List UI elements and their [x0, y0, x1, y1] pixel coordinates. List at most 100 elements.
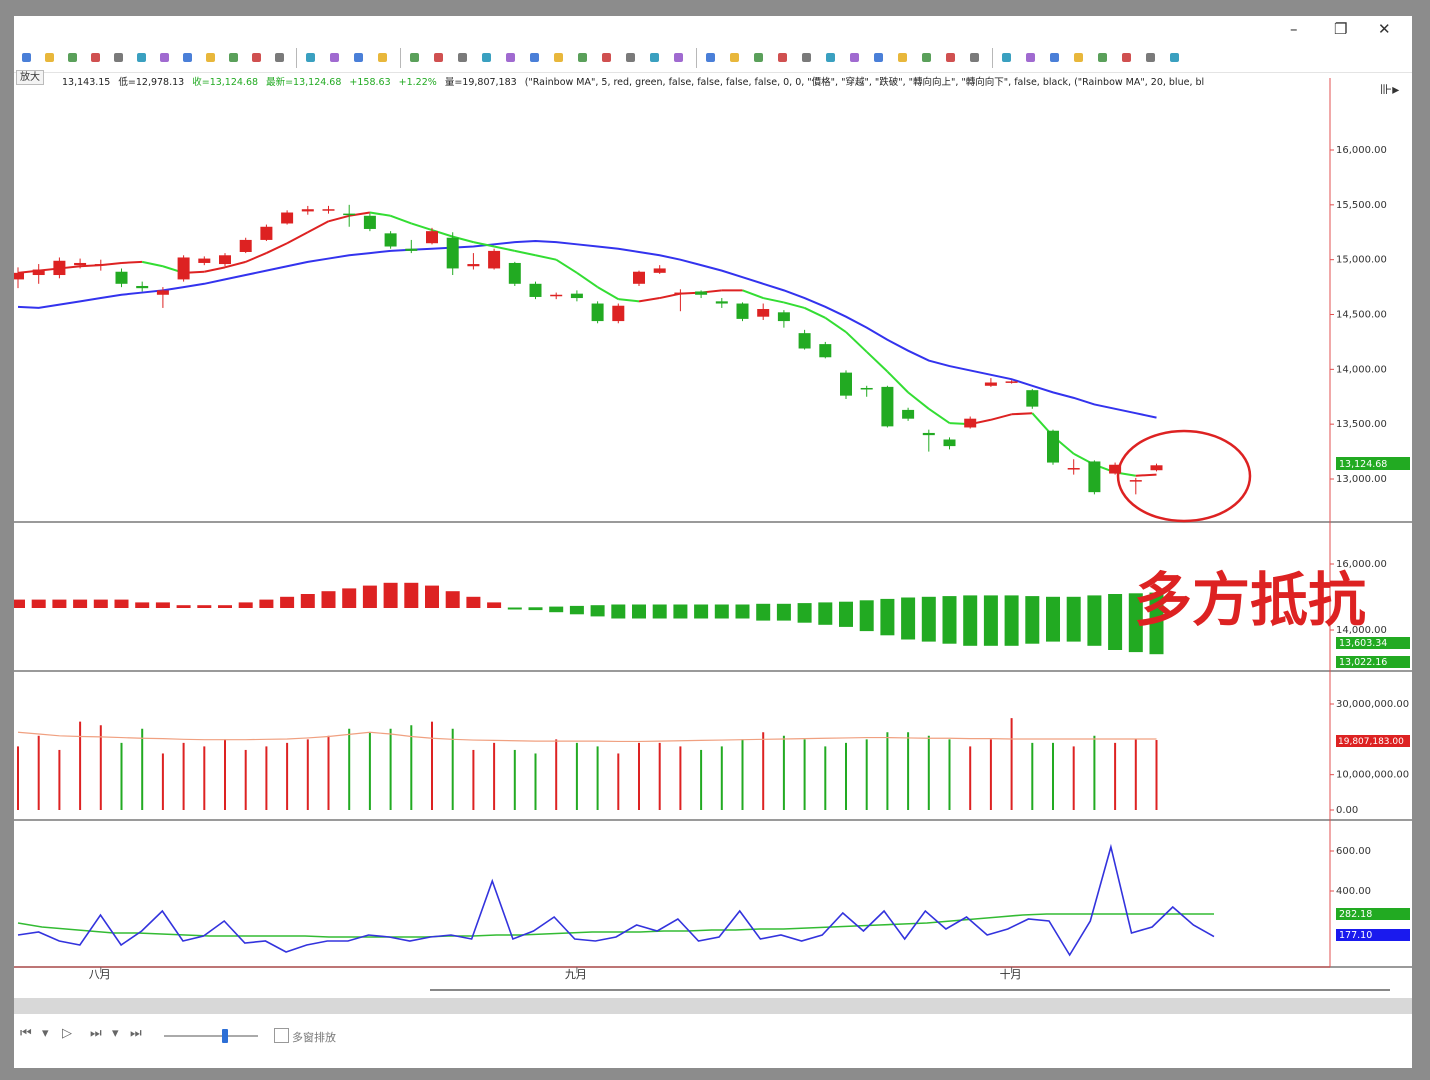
candle-body [612, 305, 625, 322]
multi-window-icon[interactable] [274, 1028, 289, 1043]
trend-bar [466, 596, 481, 608]
trend-bar [756, 603, 771, 621]
last-price-label: 13,124.68 [1339, 459, 1387, 470]
price-tick-label: 15,500.00 [1336, 200, 1387, 211]
x-axis-label: 八月 [89, 968, 111, 981]
ma5-segment [141, 260, 164, 268]
trend-bar [1066, 596, 1081, 642]
ma5-segment [824, 316, 847, 333]
trend-bar [259, 599, 274, 608]
trend-bar [880, 598, 895, 636]
trend-bar [73, 599, 88, 608]
ma5-segment [990, 413, 1012, 421]
candle-body [53, 260, 66, 276]
ma5-segment [390, 214, 412, 225]
trend-bar [300, 594, 315, 608]
trend-bar [921, 596, 936, 642]
ma5-segment [597, 286, 619, 301]
next-icon[interactable]: ⏭ [90, 1026, 102, 1041]
ma5-segment [410, 222, 433, 232]
candle-body [798, 333, 811, 349]
candle-body [363, 215, 376, 229]
candle-body [156, 290, 169, 295]
osc-value-label: 282.18 [1339, 909, 1372, 920]
ma5-segment [762, 297, 785, 304]
trend-bar [590, 605, 605, 617]
speed-slider[interactable] [164, 1029, 258, 1043]
ma5-segment [659, 292, 681, 300]
candle-body [239, 239, 252, 252]
dropdown2-icon[interactable]: ▾ [112, 1026, 119, 1041]
candle-body [550, 294, 563, 297]
candle-body [1150, 465, 1163, 471]
trend-bar [52, 599, 67, 608]
trend-bar [238, 602, 253, 608]
ma5-segment [121, 260, 143, 264]
trend-bar [1087, 595, 1102, 646]
osc-value-label: 177.10 [1339, 930, 1372, 941]
candle-body [14, 272, 24, 280]
volume-tick-label: 0.00 [1336, 805, 1358, 816]
candle-body [653, 268, 666, 273]
trend-bar [31, 599, 46, 608]
trend-bar [362, 585, 377, 608]
candle-body [633, 271, 645, 284]
candle-body [881, 386, 894, 427]
play-icon[interactable]: ▷ [62, 1026, 72, 1041]
trend-bar [280, 596, 295, 608]
ma5-segment [866, 351, 889, 373]
candle-body [715, 301, 728, 304]
candle-body [426, 231, 438, 244]
candle-body [384, 233, 397, 247]
trend-bar [218, 605, 232, 608]
ma5-segment [742, 289, 764, 299]
trend-bar [673, 604, 688, 619]
candle-body [281, 212, 294, 224]
trend-bar [528, 607, 543, 611]
candle-body [570, 293, 583, 299]
ma5-segment [369, 211, 391, 217]
chart-area[interactable]: 16,000.00 15,500.00 15,000.00 14,500.00 14,0… [14, 16, 1412, 1016]
candle-body [591, 303, 604, 322]
ma5-segment [328, 214, 350, 223]
trend-bar [652, 604, 667, 619]
candle-body [508, 262, 521, 284]
candle-body [984, 382, 997, 386]
candle-body [943, 439, 956, 447]
candle-body [488, 250, 501, 269]
dropdown-icon[interactable]: ▾ [42, 1026, 49, 1041]
x-axis-label: 九月 [565, 968, 587, 981]
candle-body [529, 283, 542, 297]
candle-body [136, 285, 149, 289]
first-frame-icon[interactable]: ⏮ [20, 1026, 32, 1041]
price-tick-label: 13,500.00 [1336, 419, 1387, 430]
candle-body [1088, 461, 1101, 493]
trend-bar [942, 596, 957, 644]
ma5-segment [1011, 412, 1033, 416]
multi-window-label[interactable]: 多窗排放 [292, 1029, 336, 1045]
trend-bar [404, 582, 419, 608]
trend-bar [93, 599, 108, 608]
candle-body [219, 255, 231, 265]
slider-thumb[interactable] [222, 1029, 228, 1043]
last-frame-icon[interactable]: ⏭ [130, 1026, 142, 1041]
osc-tick-label: 600.00 [1336, 846, 1371, 857]
trend-value-label: 13,022.16 [1339, 657, 1387, 668]
price-tick-label: 16,000.00 [1336, 145, 1387, 156]
trend-bar [818, 602, 833, 625]
trend-bar [963, 595, 978, 646]
trend-bar [135, 602, 150, 608]
trend-bar [735, 604, 750, 619]
trend-bar [1004, 595, 1019, 646]
osc-ma-line [17, 913, 1214, 938]
candle-body [674, 292, 687, 295]
candle-body [695, 291, 708, 295]
trend-bar [549, 606, 564, 613]
candle-body [32, 269, 45, 276]
candle-body [1067, 468, 1080, 470]
x-axis-label: 十月 [1000, 967, 1022, 981]
ma5-segment [514, 249, 536, 257]
price-tick-label: 15,000.00 [1336, 255, 1387, 266]
trend-bar [859, 600, 874, 632]
price-tick-label: 14,000.00 [1336, 364, 1387, 375]
